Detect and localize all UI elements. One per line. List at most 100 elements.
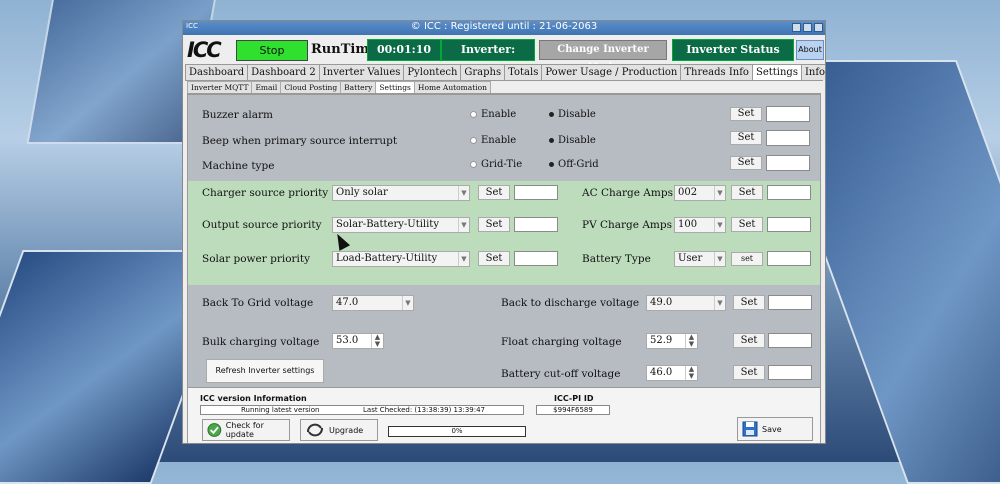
battery-type-result-field[interactable] (767, 251, 811, 266)
subtab-home-automation[interactable]: Home Automation (413, 81, 492, 93)
float-charging-result-field[interactable] (768, 333, 812, 348)
version-panel: ICC version Information Running latest v… (187, 387, 821, 443)
solar-power-result-field[interactable] (514, 251, 558, 266)
buzzer-enable-radio[interactable]: Enable (470, 109, 516, 120)
spin-arrows-icon[interactable]: ▲ ▼ (685, 366, 697, 380)
ac-charge-amps-select[interactable]: 002 ▼ (674, 185, 726, 201)
bulk-charging-spinbox[interactable]: 53.0 ▲ ▼ (332, 333, 384, 349)
ac-charge-set-button[interactable]: Set (731, 185, 763, 200)
beep-label: Beep when primary source interrupt (202, 135, 398, 147)
change-inverter-mode-button[interactable]: Change Inverter Mode (539, 40, 667, 73)
save-button[interactable]: Save (737, 417, 813, 441)
buzzer-alarm-label: Buzzer alarm (202, 109, 273, 121)
battery-cutoff-label: Battery cut-off voltage (501, 368, 621, 380)
window-title: © ICC : Registered until : 21-06-2063 (410, 21, 598, 32)
spin-arrows-icon[interactable]: ▲ ▼ (371, 334, 383, 348)
priority-section: Charger source priority Only solar ▼ Set … (188, 181, 820, 285)
back-to-grid-label: Back To Grid voltage (202, 297, 314, 309)
stop-button[interactable]: Stop (236, 40, 308, 61)
battery-cutoff-spinbox[interactable]: 46.0 ▲ ▼ (646, 365, 698, 381)
icc-logo: ICC (187, 38, 222, 62)
title-bar: ICC © ICC : Registered until : 21-06-206… (183, 21, 825, 35)
tab-dashboard-2[interactable]: Dashboard 2 (247, 64, 320, 80)
refresh-inverter-settings-button[interactable]: Refresh Inverter settings (206, 359, 324, 383)
pv-charge-set-button[interactable]: Set (731, 217, 763, 232)
subtab-cloud-posting[interactable]: Cloud Posting (280, 81, 342, 93)
float-charging-spinbox[interactable]: 52.9 ▲ ▼ (646, 333, 698, 349)
radio-icon (470, 161, 477, 168)
solar-power-select[interactable]: Load-Battery-Utility ▼ (332, 251, 470, 267)
buzzer-set-button[interactable]: Set (730, 107, 762, 121)
float-charging-set-button[interactable]: Set (733, 333, 765, 348)
subtab-battery[interactable]: Battery (340, 81, 377, 93)
solar-power-set-button[interactable]: Set (478, 251, 510, 266)
battery-type-select[interactable]: User ▼ (674, 251, 726, 267)
chevron-down-icon: ▼ (402, 296, 413, 310)
spin-arrows-icon[interactable]: ▲ ▼ (685, 334, 697, 348)
tab-graphs[interactable]: Graphs (460, 64, 506, 80)
icc-pi-id-value: $994F6589 (536, 405, 610, 415)
battery-cutoff-set-button[interactable]: Set (733, 365, 765, 380)
version-info-title: ICC version Information (200, 394, 307, 403)
inverter-status-button[interactable]: Inverter Status (672, 39, 794, 61)
about-button[interactable]: About (796, 40, 824, 60)
grid-tie-radio[interactable]: Grid-Tie (470, 159, 522, 170)
subtab-settings[interactable]: Settings (375, 81, 415, 93)
output-source-set-button[interactable]: Set (478, 217, 510, 232)
chevron-down-icon: ▼ (714, 252, 725, 266)
back-to-discharge-set-button[interactable]: Set (733, 295, 765, 310)
buzzer-disable-radio[interactable]: Disable (549, 109, 596, 120)
tab-dashboard[interactable]: Dashboard (185, 64, 249, 80)
icc-pi-id-title: ICC-PI ID (554, 394, 594, 403)
beep-result-field[interactable] (766, 130, 810, 146)
ac-charge-result-field[interactable] (767, 185, 811, 200)
radio-icon (470, 111, 477, 118)
pv-charge-amps-select[interactable]: 100 ▼ (674, 217, 726, 233)
battery-cutoff-result-field[interactable] (768, 365, 812, 380)
chevron-down-icon: ▼ (714, 296, 725, 310)
subtab-inverter-mqtt[interactable]: Inverter MQTT (187, 81, 253, 93)
main-tabs: Dashboard Dashboard 2 Inverter Values Py… (185, 64, 825, 81)
last-checked-text: Last Checked: (13:38:39) 13:39:47 (363, 406, 485, 414)
output-source-result-field[interactable] (514, 217, 558, 232)
upgrade-icon (307, 423, 323, 437)
back-to-discharge-result-field[interactable] (768, 295, 812, 310)
update-icon (207, 423, 222, 437)
buzzer-result-field[interactable] (766, 106, 810, 122)
tab-pylontech[interactable]: Pylontech (403, 64, 462, 80)
minimize-icon[interactable] (792, 23, 801, 32)
charger-source-select[interactable]: Only solar ▼ (332, 185, 470, 201)
chevron-down-icon: ▼ (458, 218, 469, 232)
voltage-section: Back To Grid voltage 47.0 ▼ Back to disch… (188, 285, 820, 387)
subtab-email[interactable]: Email (251, 81, 282, 93)
output-source-select[interactable]: Solar-Battery-Utility ▼ (332, 217, 470, 233)
tab-inverter-values[interactable]: Inverter Values (318, 64, 405, 80)
tab-totals[interactable]: Totals (504, 64, 543, 80)
tab-power-usage[interactable]: Power Usage / Production (541, 64, 682, 80)
beep-enable-radio[interactable]: Enable (470, 135, 516, 146)
maximize-icon[interactable] (803, 23, 812, 32)
off-grid-radio[interactable]: Off-Grid (549, 159, 599, 170)
tab-settings[interactable]: Settings (751, 64, 802, 80)
machine-result-field[interactable] (766, 155, 810, 171)
close-icon[interactable] (814, 23, 823, 32)
charger-source-result-field[interactable] (514, 185, 558, 200)
battery-type-set-button[interactable]: set (731, 252, 763, 266)
back-to-grid-select[interactable]: 47.0 ▼ (332, 295, 414, 311)
radio-icon (470, 137, 477, 144)
sub-tabs: Inverter MQTT Email Cloud Posting Batter… (187, 81, 821, 94)
tab-info-logs[interactable]: Info Logs (800, 64, 825, 80)
bulk-charging-label: Bulk charging voltage (202, 336, 320, 348)
machine-set-button[interactable]: Set (730, 156, 762, 170)
chevron-down-icon: ▼ (458, 252, 469, 266)
charger-source-set-button[interactable]: Set (478, 185, 510, 200)
machine-type-label: Machine type (202, 160, 275, 172)
upgrade-button[interactable]: Upgrade (300, 419, 378, 441)
beep-set-button[interactable]: Set (730, 131, 762, 145)
pv-charge-result-field[interactable] (767, 217, 811, 232)
tab-threads-info[interactable]: Threads Info (680, 64, 753, 80)
check-for-update-button[interactable]: Check for update (202, 419, 290, 441)
beep-disable-radio[interactable]: Disable (549, 135, 596, 146)
solar-power-label: Solar power priority (202, 253, 311, 265)
back-to-discharge-select[interactable]: 49.0 ▼ (646, 295, 726, 311)
